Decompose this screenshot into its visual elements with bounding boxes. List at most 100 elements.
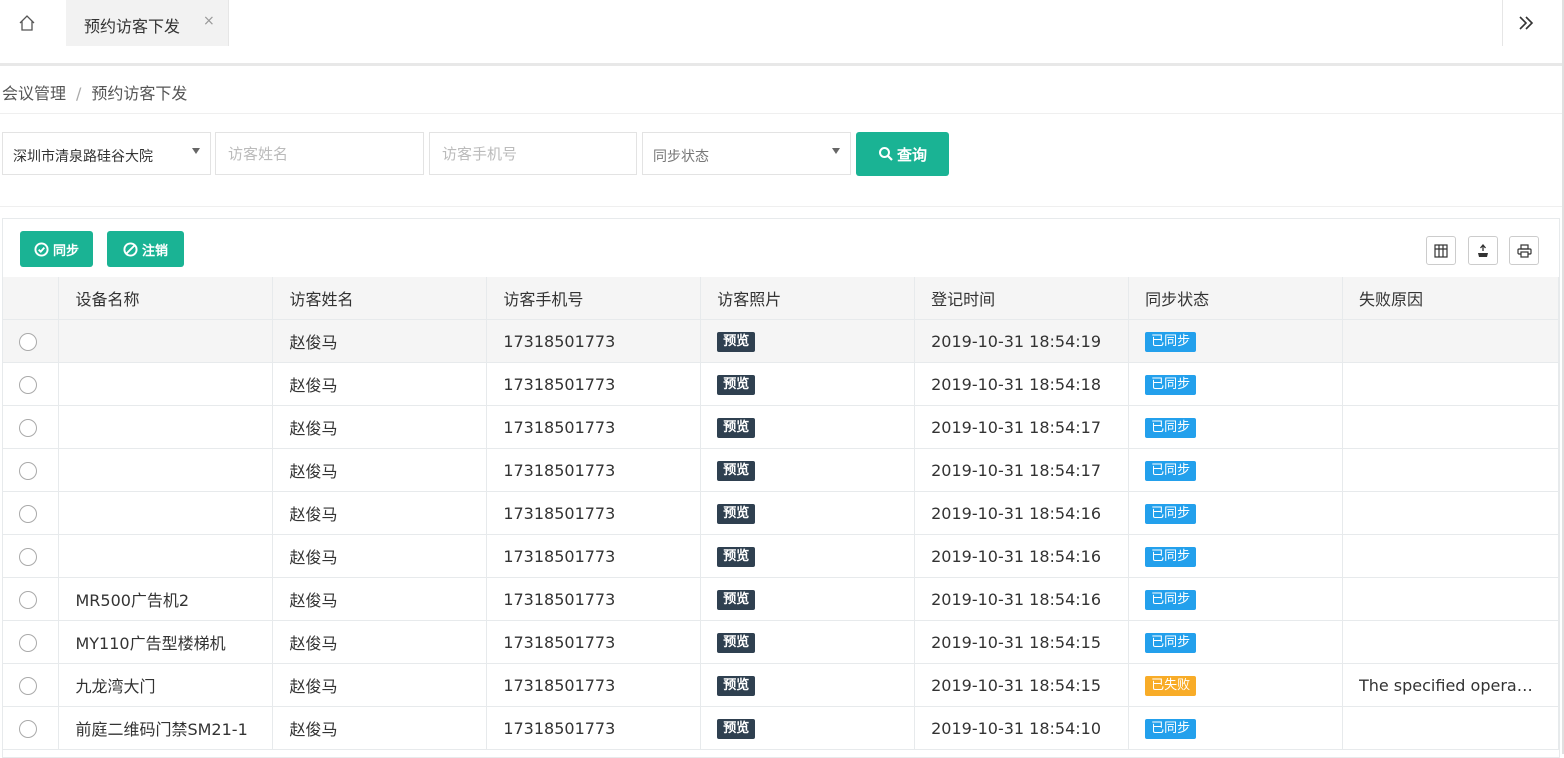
tabbar-spacer: [0, 46, 1564, 64]
table-row[interactable]: 赵俊马 17318501773 预览 2019-10-31 18:54:18 已…: [3, 362, 1560, 406]
table-row[interactable]: 九龙湾大门 赵俊马 17318501773 预览 2019-10-31 18:5…: [3, 663, 1560, 707]
cell-fail-reason: The specified operation is not supported: [1358, 675, 1537, 695]
cell-visitor-name: 赵俊马: [272, 448, 488, 492]
status-badge: 已同步: [1145, 590, 1197, 610]
table-row[interactable]: 赵俊马 17318501773 预览 2019-10-31 18:54:16 已…: [3, 534, 1560, 578]
visitor-table: 设备名称 访客姓名 访客手机号 访客照片 登记时间 同步状态 失败原因 赵俊马 …: [3, 277, 1560, 750]
more-tabs-button[interactable]: [1502, 0, 1549, 46]
tabbar-divider: [0, 63, 1564, 66]
status-badge: 已同步: [1145, 461, 1197, 481]
table-row[interactable]: 赵俊马 17318501773 预览 2019-10-31 18:54:17 已…: [3, 448, 1560, 492]
cell-device: 前庭二维码门禁SM21-1: [58, 706, 274, 750]
row-radio[interactable]: [19, 375, 37, 394]
visitor-name-input-wrap: [215, 132, 424, 175]
query-button[interactable]: 查询: [856, 132, 949, 176]
data-panel: 同步 注销 设备名称 访客姓名 访客手机号 访客照片 登记时间 同步状态 失败原…: [2, 218, 1560, 758]
divider: [0, 206, 1562, 207]
status-badge: 已同步: [1145, 418, 1197, 438]
row-radio[interactable]: [19, 719, 37, 738]
print-button[interactable]: [1509, 236, 1539, 265]
cell-visitor-phone: 17318501773: [486, 577, 702, 621]
breadcrumb-separator: /: [76, 84, 82, 103]
sync-status-select-value: 同步状态: [653, 149, 709, 165]
query-button-label: 查询: [896, 145, 927, 164]
cell-visitor-phone: 17318501773: [486, 362, 702, 406]
print-icon: [1516, 243, 1532, 258]
header-select: [3, 277, 60, 320]
columns-button[interactable]: [1426, 236, 1456, 265]
preview-tag[interactable]: 预览: [717, 676, 756, 696]
cancel-button-label: 注销: [141, 243, 168, 259]
header-visitor-phone[interactable]: 访客手机号: [486, 277, 702, 320]
cell-register-time: 2019-10-31 18:54:15: [914, 620, 1130, 664]
cell-register-time: 2019-10-31 18:54:17: [914, 448, 1130, 492]
table-row[interactable]: 赵俊马 17318501773 预览 2019-10-31 18:54:19 已…: [3, 319, 1560, 363]
preview-tag[interactable]: 预览: [717, 590, 756, 610]
status-badge: 已同步: [1145, 633, 1197, 653]
status-badge: 已同步: [1145, 547, 1197, 567]
row-radio[interactable]: [19, 332, 37, 351]
cell-visitor-phone: 17318501773: [486, 319, 702, 363]
header-register-time[interactable]: 登记时间: [914, 277, 1130, 320]
row-radio[interactable]: [19, 504, 37, 523]
row-radio[interactable]: [19, 676, 37, 695]
tab-bar: 预约访客下发 ×: [0, 0, 1564, 47]
preview-tag[interactable]: 预览: [717, 418, 756, 438]
header-fail-reason[interactable]: 失败原因: [1342, 277, 1560, 320]
breadcrumb-parent[interactable]: 会议管理: [2, 84, 66, 103]
table-row[interactable]: MR500广告机2 赵俊马 17318501773 预览 2019-10-31 …: [3, 577, 1560, 621]
header-device[interactable]: 设备名称: [58, 277, 274, 320]
status-badge: 已同步: [1145, 375, 1197, 395]
header-visitor-photo[interactable]: 访客照片: [700, 277, 916, 320]
home-button[interactable]: [12, 8, 42, 38]
header-visitor-name[interactable]: 访客姓名: [272, 277, 488, 320]
export-button[interactable]: [1468, 236, 1498, 265]
row-radio[interactable]: [19, 590, 37, 609]
preview-tag[interactable]: 预览: [717, 504, 756, 524]
close-icon[interactable]: ×: [203, 13, 215, 29]
cell-visitor-phone: 17318501773: [486, 663, 702, 707]
cell-fail-reason: [1342, 319, 1560, 363]
tab-title: 预约访客下发: [84, 17, 181, 36]
cell-visitor-name: 赵俊马: [272, 534, 488, 578]
caret-down-icon: [192, 148, 200, 154]
row-radio[interactable]: [19, 418, 37, 437]
table-row[interactable]: 前庭二维码门禁SM21-1 赵俊马 17318501773 预览 2019-10…: [3, 706, 1560, 750]
breadcrumb: 会议管理 / 预约访客下发: [2, 80, 187, 104]
caret-down-icon: [832, 148, 840, 154]
table-row[interactable]: 赵俊马 17318501773 预览 2019-10-31 18:54:16 已…: [3, 491, 1560, 535]
row-radio[interactable]: [19, 461, 37, 480]
preview-tag[interactable]: 预览: [717, 332, 756, 352]
header-sync-status[interactable]: 同步状态: [1128, 277, 1343, 320]
preview-tag[interactable]: 预览: [717, 719, 756, 739]
table-row[interactable]: 赵俊马 17318501773 预览 2019-10-31 18:54:17 已…: [3, 405, 1560, 449]
cell-fail-reason: [1342, 534, 1560, 578]
visitor-name-input[interactable]: [216, 133, 423, 174]
sync-button[interactable]: 同步: [20, 231, 93, 267]
cancel-button[interactable]: 注销: [107, 231, 184, 267]
preview-tag[interactable]: 预览: [717, 461, 756, 481]
cell-device: [58, 491, 274, 535]
check-circle-icon: [34, 241, 49, 257]
cell-visitor-name: 赵俊马: [272, 663, 488, 707]
sync-status-select[interactable]: 同步状态: [642, 132, 851, 175]
row-radio[interactable]: [19, 633, 37, 652]
double-chevron-right-icon: [1519, 16, 1534, 30]
cell-visitor-name: 赵俊马: [272, 491, 488, 535]
cell-visitor-phone: 17318501773: [486, 491, 702, 535]
preview-tag[interactable]: 预览: [717, 547, 756, 567]
preview-tag[interactable]: 预览: [717, 375, 756, 395]
cell-register-time: 2019-10-31 18:54:16: [914, 577, 1130, 621]
cell-visitor-phone: 17318501773: [486, 405, 702, 449]
location-select[interactable]: 深圳市清泉路硅谷大院: [2, 132, 211, 175]
cell-device: 九龙湾大门: [58, 663, 274, 707]
table-row[interactable]: MY110广告型楼梯机 赵俊马 17318501773 预览 2019-10-3…: [3, 620, 1560, 664]
cell-register-time: 2019-10-31 18:54:16: [914, 491, 1130, 535]
cell-visitor-name: 赵俊马: [272, 706, 488, 750]
row-radio[interactable]: [19, 547, 37, 566]
preview-tag[interactable]: 预览: [717, 633, 756, 653]
visitor-phone-input[interactable]: [430, 133, 636, 174]
status-badge: 已同步: [1145, 719, 1197, 739]
cell-visitor-name: 赵俊马: [272, 405, 488, 449]
tab-visitor-dispatch[interactable]: 预约访客下发 ×: [66, 0, 229, 46]
